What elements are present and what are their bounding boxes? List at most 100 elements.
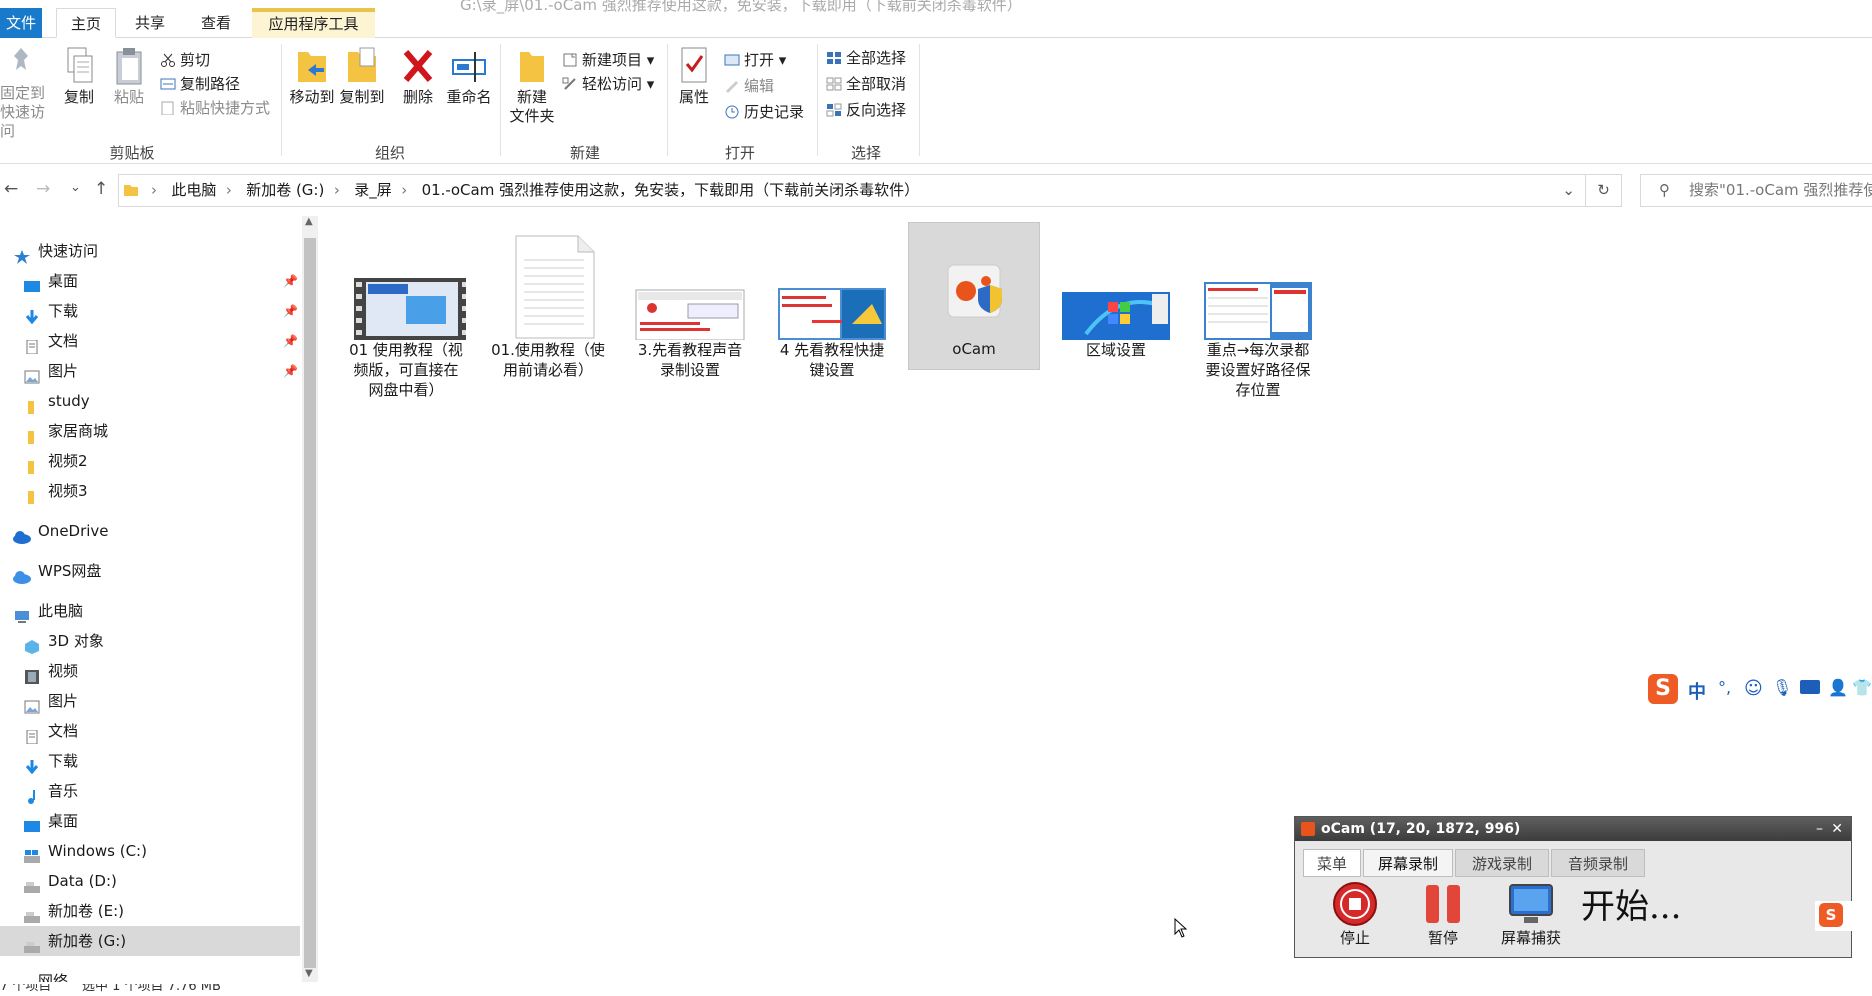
nav-quick-desktop[interactable]: 桌面 📌 bbox=[0, 266, 300, 296]
skin-icon[interactable]: 👕 bbox=[1852, 678, 1872, 697]
nav-pc-desktop[interactable]: 桌面 bbox=[0, 806, 300, 836]
nav-pc-videos[interactable]: 视频 bbox=[0, 656, 300, 686]
nav-pc-documents[interactable]: 文档 bbox=[0, 716, 300, 746]
nav-quick-video2[interactable]: 视频2 bbox=[0, 446, 300, 476]
breadcrumb-drive-g[interactable]: 新加卷 (G:) bbox=[246, 181, 324, 199]
tab-share[interactable]: 共享 bbox=[120, 8, 180, 38]
forward-arrow-icon[interactable]: → bbox=[36, 179, 50, 199]
nav-pc-drive-c[interactable]: Windows (C:) bbox=[0, 836, 300, 866]
file-item-audio-settings[interactable]: 3.先看教程声音 录制设置 bbox=[624, 224, 756, 380]
pin-icon bbox=[8, 46, 34, 78]
keyboard-icon[interactable] bbox=[1800, 680, 1820, 694]
file-item-doc-tutorial[interactable]: 01.使用教程（使 用前请必看） bbox=[482, 224, 614, 380]
rename-button[interactable]: 重命名 bbox=[444, 46, 494, 107]
ocam-tab-menu[interactable]: 菜单 bbox=[1303, 849, 1361, 877]
pin-icon: 📌 bbox=[283, 364, 298, 378]
ocam-tab-screen-record[interactable]: 屏幕录制 bbox=[1363, 849, 1453, 877]
nav-quick-downloads[interactable]: 下载 📌 bbox=[0, 296, 300, 326]
nav-quick-video3[interactable]: 视频3 bbox=[0, 476, 300, 506]
address-bar[interactable]: › 此电脑 › 新加卷 (G:) › 录_屏 › 01.-oCam 强烈推荐使用… bbox=[118, 174, 1586, 207]
microphone-icon[interactable]: 🎙 bbox=[1772, 678, 1792, 697]
sidebar-scrollbar[interactable]: ▲ ▼ bbox=[302, 216, 318, 982]
nav-pc-3d-objects[interactable]: 3D 对象 bbox=[0, 626, 300, 656]
nav-this-pc[interactable]: 此电脑 bbox=[0, 596, 300, 626]
sogou-logo-icon[interactable]: S bbox=[1648, 674, 1678, 704]
refresh-button[interactable]: ↻ bbox=[1586, 174, 1622, 207]
select-all-button[interactable]: 全部选择 bbox=[826, 46, 906, 70]
file-item-hotkey-settings[interactable]: 4 先看教程快捷 键设置 bbox=[766, 224, 898, 380]
invert-selection-button[interactable]: 反向选择 bbox=[826, 98, 906, 122]
tab-home[interactable]: 主页 bbox=[56, 8, 116, 38]
nav-pc-drive-g[interactable]: 新加卷 (G:) bbox=[0, 926, 300, 956]
copy-button[interactable]: 复制 bbox=[58, 46, 100, 107]
search-placeholder: 搜索"01.-oCam 强烈推荐使用这款 bbox=[1689, 181, 1872, 199]
new-item-button[interactable]: 新建项目 ▾ bbox=[562, 48, 654, 72]
nav-pc-drive-d[interactable]: Data (D:) bbox=[0, 866, 300, 896]
scrollbar-thumb[interactable] bbox=[304, 238, 316, 968]
select-none-button[interactable]: 全部取消 bbox=[826, 72, 906, 96]
breadcrumb-this-pc[interactable]: 此电脑 bbox=[171, 181, 216, 199]
paste-button[interactable]: 粘贴 bbox=[108, 46, 150, 107]
nav-onedrive[interactable]: OneDrive bbox=[0, 516, 300, 546]
file-item-video-tutorial[interactable]: 01 使用教程（视 频版，可直接在 网盘中看） bbox=[340, 224, 472, 400]
nav-quick-study[interactable]: study bbox=[0, 386, 300, 416]
back-arrow-icon[interactable]: ← bbox=[4, 179, 18, 199]
pin-quick-access-button[interactable]: 固定到 快速访问 bbox=[0, 46, 52, 141]
nav-quick-pictures[interactable]: 图片 📌 bbox=[0, 356, 300, 386]
ocam-tab-game-record[interactable]: 游戏录制 bbox=[1455, 849, 1549, 877]
nav-quick-home-mall[interactable]: 家居商城 bbox=[0, 416, 300, 446]
sogou-mini-icon[interactable]: S bbox=[1815, 901, 1853, 931]
open-button[interactable]: 打开 ▾ bbox=[724, 48, 786, 72]
tab-app-tools[interactable]: 应用程序工具 bbox=[252, 8, 375, 38]
properties-button[interactable]: 属性 bbox=[674, 46, 714, 107]
copy-to-button[interactable]: 复制到 bbox=[338, 46, 386, 107]
history-button[interactable]: 历史记录 bbox=[724, 100, 804, 124]
nav-pc-downloads[interactable]: 下载 bbox=[0, 746, 300, 776]
cut-button[interactable]: 剪切 bbox=[160, 48, 210, 72]
ime-toolbar[interactable]: S 中 °, ☺ 🎙 👤 👕 bbox=[1648, 672, 1872, 706]
file-item-ocam[interactable]: oCam bbox=[908, 222, 1040, 370]
nav-quick-documents[interactable]: 文档 📌 bbox=[0, 326, 300, 356]
user-icon[interactable]: 👤 bbox=[1828, 678, 1848, 697]
nav-network[interactable]: 网络 bbox=[0, 966, 300, 982]
ocam-capture-button[interactable]: 屏幕捕获 bbox=[1491, 881, 1571, 948]
easy-access-button[interactable]: 轻松访问 ▾ bbox=[562, 72, 654, 96]
up-arrow-icon[interactable]: ↑ bbox=[94, 179, 108, 199]
nav-pc-pictures[interactable]: 图片 bbox=[0, 686, 300, 716]
nav-pc-music[interactable]: 音乐 bbox=[0, 776, 300, 806]
ime-punctuation[interactable]: °, bbox=[1718, 678, 1731, 697]
breadcrumb-recordings[interactable]: 录_屏 bbox=[354, 181, 392, 199]
scroll-up-icon[interactable]: ▲ bbox=[305, 216, 313, 227]
file-item-region-settings[interactable]: 区域设置 bbox=[1050, 224, 1182, 360]
file-item-save-path[interactable]: 重点→每次录都 要设置好路径保 存位置 bbox=[1192, 224, 1324, 400]
close-icon[interactable]: ✕ bbox=[1831, 817, 1843, 841]
cloud-icon bbox=[12, 564, 31, 584]
paste-shortcut-button[interactable]: 粘贴快捷方式 bbox=[160, 96, 270, 120]
nav-wps-drive[interactable]: WPS网盘 bbox=[0, 556, 300, 586]
ocam-stop-button[interactable]: 停止 bbox=[1315, 881, 1395, 948]
copy-path-button[interactable]: 复制路径 bbox=[160, 72, 240, 96]
delete-button[interactable]: 删除 bbox=[398, 46, 438, 107]
ocam-title-bar[interactable]: oCam (17, 20, 1872, 996) – ✕ bbox=[1295, 817, 1851, 841]
edit-button[interactable]: 编辑 bbox=[724, 74, 774, 98]
tab-file[interactable]: 文件 bbox=[0, 8, 42, 38]
navigation-pane: 快速访问 桌面 📌 下载 📌 文档 📌 图片 📌 study 家居商城 视频2 视频3 … bbox=[0, 216, 302, 982]
ocam-pause-button[interactable]: 暂停 bbox=[1403, 881, 1483, 948]
search-input[interactable]: ⚲ 搜索"01.-oCam 强烈推荐使用这款 bbox=[1640, 174, 1872, 207]
picture-icon bbox=[24, 694, 40, 714]
recent-chevron-icon[interactable]: ⌄ bbox=[70, 180, 81, 195]
move-to-button[interactable]: 移动到 bbox=[288, 46, 336, 107]
emoji-icon[interactable]: ☺ bbox=[1744, 678, 1763, 699]
scroll-down-icon[interactable]: ▼ bbox=[305, 968, 313, 979]
image-thumbnail-icon bbox=[630, 224, 750, 341]
ime-language[interactable]: 中 bbox=[1688, 678, 1706, 704]
address-dropdown-icon[interactable]: ⌄ bbox=[1562, 181, 1575, 199]
breadcrumb-current-folder[interactable]: 01.-oCam 强烈推荐使用这款，免安装，下载即用（下载前关闭杀毒软件） bbox=[422, 181, 920, 199]
minimize-icon[interactable]: – bbox=[1816, 817, 1823, 841]
nav-label: WPS网盘 bbox=[38, 562, 102, 580]
tab-view[interactable]: 查看 bbox=[186, 8, 246, 38]
nav-quick-access[interactable]: 快速访问 bbox=[0, 236, 300, 266]
ocam-tab-audio-record[interactable]: 音频录制 bbox=[1551, 849, 1645, 877]
new-folder-button[interactable]: 新建 文件夹 bbox=[506, 46, 558, 126]
nav-pc-drive-e[interactable]: 新加卷 (E:) bbox=[0, 896, 300, 926]
